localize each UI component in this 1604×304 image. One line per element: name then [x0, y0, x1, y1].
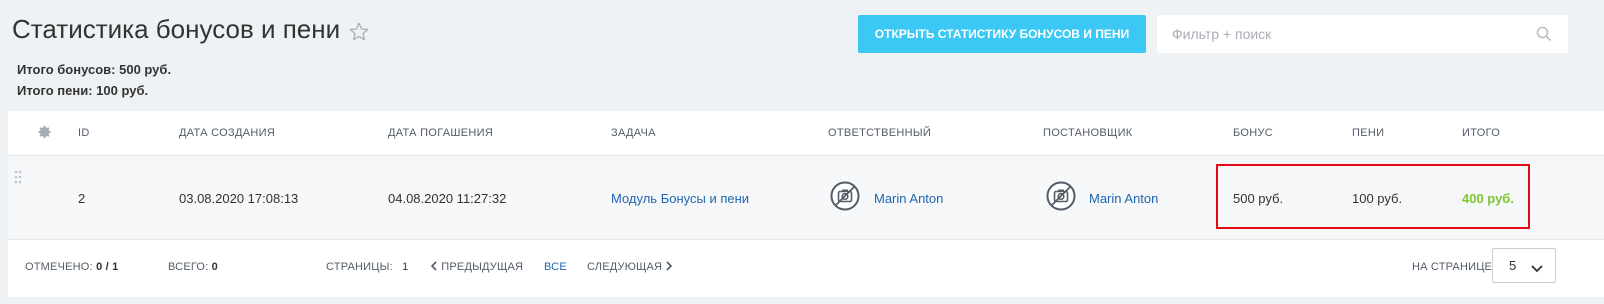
chevron-right-icon [665, 261, 673, 271]
drag-handle-icon[interactable] [14, 170, 22, 188]
penalty-total: Итого пени: 100 руб. [17, 83, 149, 98]
per-page-select[interactable]: 5 [1492, 248, 1556, 283]
marked-label: ОТМЕЧЕНО: [25, 261, 93, 273]
cell-due: 04.08.2020 11:27:32 [388, 191, 507, 206]
chevron-left-icon [430, 261, 438, 271]
total-value: 0 [211, 261, 218, 273]
cell-total: 400 руб. [1462, 191, 1514, 206]
all-pages-link[interactable]: ВСЕ [544, 261, 567, 273]
next-page-label: СЛЕДУЮЩАЯ [587, 261, 663, 273]
page-title: Статистика бонусов и пени [12, 14, 370, 45]
creator-link[interactable]: Marin Anton [1089, 191, 1158, 206]
grid-header: ID ДАТА СОЗДАНИЯ ДАТА ПОГАШЕНИЯ ЗАДАЧА О… [8, 111, 1604, 156]
marked-value: 0 / 1 [96, 261, 119, 273]
task-link[interactable]: Модуль Бонусы и пени [611, 191, 749, 206]
marked-count: ОТМЕЧЕНО: 0 / 1 [25, 261, 118, 273]
column-header-penalty[interactable]: ПЕНИ [1352, 127, 1384, 139]
bonus-total: Итого бонусов: 500 руб. [17, 62, 172, 77]
search-icon[interactable] [1536, 26, 1552, 42]
per-page-value: 5 [1509, 258, 1517, 273]
column-header-created[interactable]: ДАТА СОЗДАНИЯ [179, 127, 275, 139]
cell-bonus: 500 руб. [1233, 191, 1284, 206]
star-icon[interactable] [348, 19, 370, 41]
search-input[interactable] [1157, 15, 1536, 53]
avatar-camera-icon[interactable] [830, 181, 860, 211]
pagination: СТРАНИЦЫ: 1 [326, 261, 408, 273]
cell-penalty: 100 руб. [1352, 191, 1403, 206]
column-header-bonus[interactable]: БОНУС [1233, 127, 1273, 139]
search-box [1157, 15, 1568, 53]
total-label: ВСЕГО: [168, 261, 209, 273]
gear-icon[interactable] [38, 125, 52, 139]
grid-footer: ОТМЕЧЕНО: 0 / 1 ВСЕГО: 0 СТРАНИЦЫ: 1 ПРЕ… [8, 240, 1604, 297]
cell-created: 03.08.2020 17:08:13 [179, 191, 299, 206]
pages-label: СТРАНИЦЫ: [326, 261, 393, 273]
column-header-creator[interactable]: ПОСТАНОВЩИК [1043, 127, 1133, 139]
summary: Итого бонусов: 500 руб. Итого пени: 100 … [17, 59, 171, 101]
column-header-responsible[interactable]: ОТВЕТСТВЕННЫЙ [828, 127, 931, 139]
open-statistics-button[interactable]: ОТКРЫТЬ СТАТИСТИКУ БОНУСОВ И ПЕНИ [858, 15, 1146, 53]
total-count: ВСЕГО: 0 [168, 261, 218, 273]
next-page-link[interactable]: СЛЕДУЮЩАЯ [587, 261, 673, 273]
cell-id: 2 [78, 191, 86, 206]
page-title-text: Статистика бонусов и пени [12, 14, 341, 44]
table-row[interactable]: 2 03.08.2020 17:08:13 04.08.2020 11:27:3… [8, 156, 1604, 240]
chevron-down-icon [1531, 261, 1543, 273]
column-header-task[interactable]: ЗАДАЧА [611, 127, 656, 139]
prev-page-label: ПРЕДЫДУЩАЯ [441, 261, 524, 273]
current-page[interactable]: 1 [402, 261, 408, 273]
column-header-id[interactable]: ID [78, 127, 90, 139]
per-page-label: НА СТРАНИЦЕ: [1412, 261, 1496, 273]
column-header-total[interactable]: ИТОГО [1462, 127, 1500, 139]
prev-page-link[interactable]: ПРЕДЫДУЩАЯ [430, 261, 523, 273]
responsible-link[interactable]: Marin Anton [874, 191, 943, 206]
column-header-due[interactable]: ДАТА ПОГАШЕНИЯ [388, 127, 493, 139]
avatar-camera-icon[interactable] [1046, 181, 1076, 211]
statistics-grid: ID ДАТА СОЗДАНИЯ ДАТА ПОГАШЕНИЯ ЗАДАЧА О… [8, 111, 1604, 297]
